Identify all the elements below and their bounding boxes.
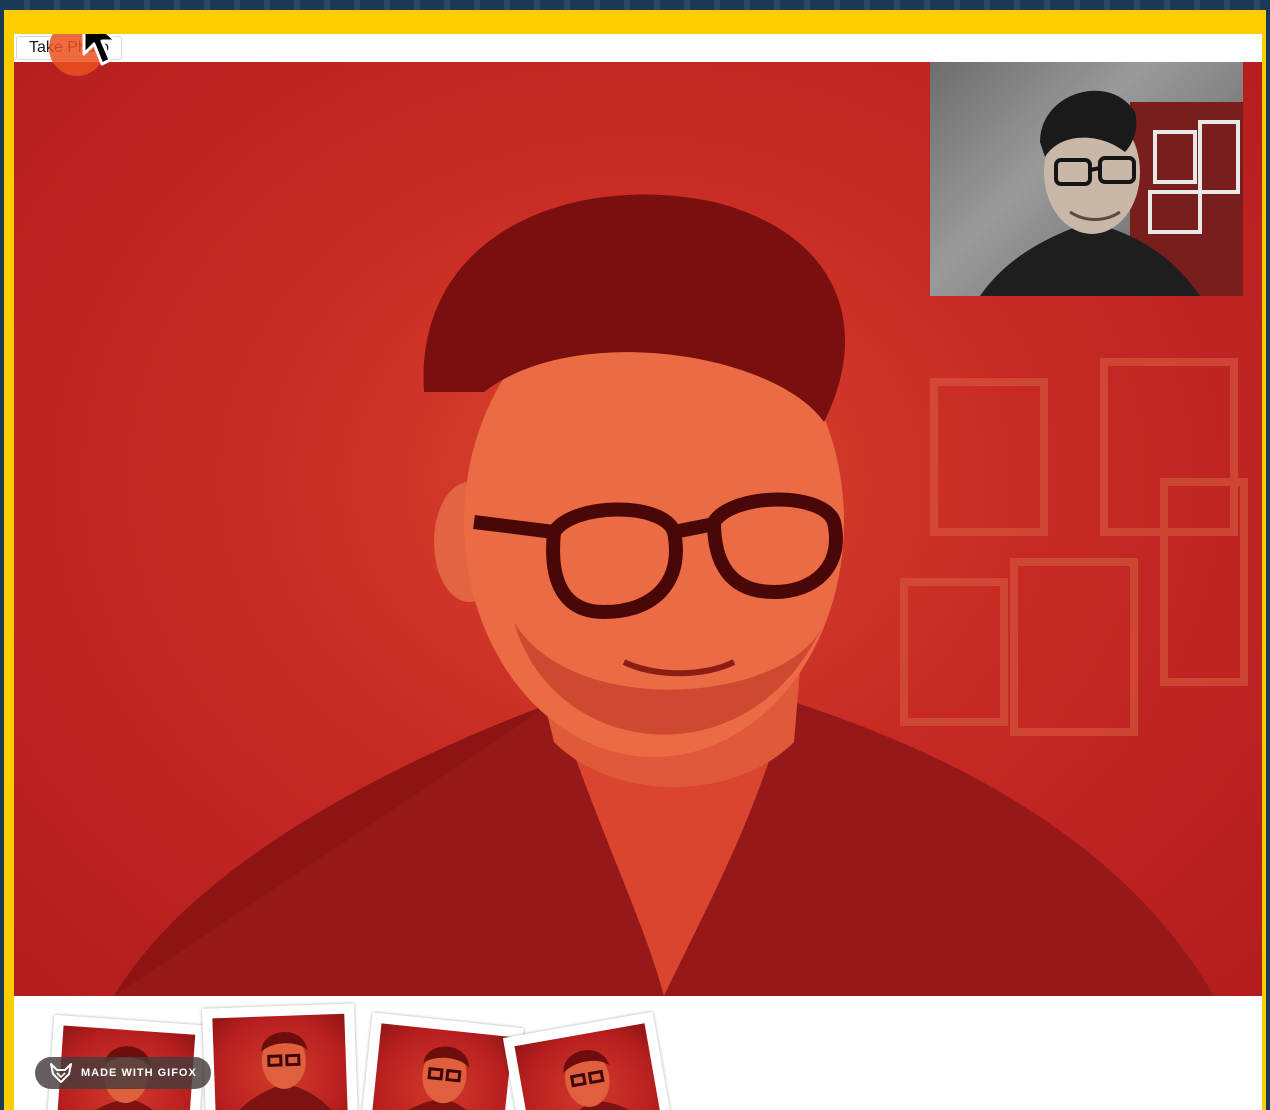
photo-4[interactable]: [502, 1011, 674, 1110]
window-top-strip: [0, 0, 1270, 10]
photo-strip: [14, 996, 1262, 1110]
photobooth-stage: Take Photo: [14, 34, 1262, 1110]
fox-icon: [50, 1063, 72, 1083]
gifox-badge-label: MADE WITH GIFOX: [81, 1067, 197, 1079]
arrow-cursor-icon: [82, 34, 118, 66]
photo-4-thumbnail: [514, 1023, 664, 1110]
photo-2-thumbnail: [212, 1013, 349, 1110]
photo-3-thumbnail: [370, 1023, 513, 1110]
photo-2[interactable]: [201, 1003, 359, 1110]
photobooth-app: Take Photo: [4, 10, 1266, 1110]
video-canvas: [14, 62, 1262, 996]
preview-frame-illustration: [980, 90, 1243, 296]
preview-video: [930, 62, 1243, 296]
made-with-gifox-badge: MADE WITH GIFOX: [35, 1057, 211, 1089]
photo-3[interactable]: [360, 1012, 524, 1110]
controls-bar: Take Photo: [14, 34, 1262, 62]
